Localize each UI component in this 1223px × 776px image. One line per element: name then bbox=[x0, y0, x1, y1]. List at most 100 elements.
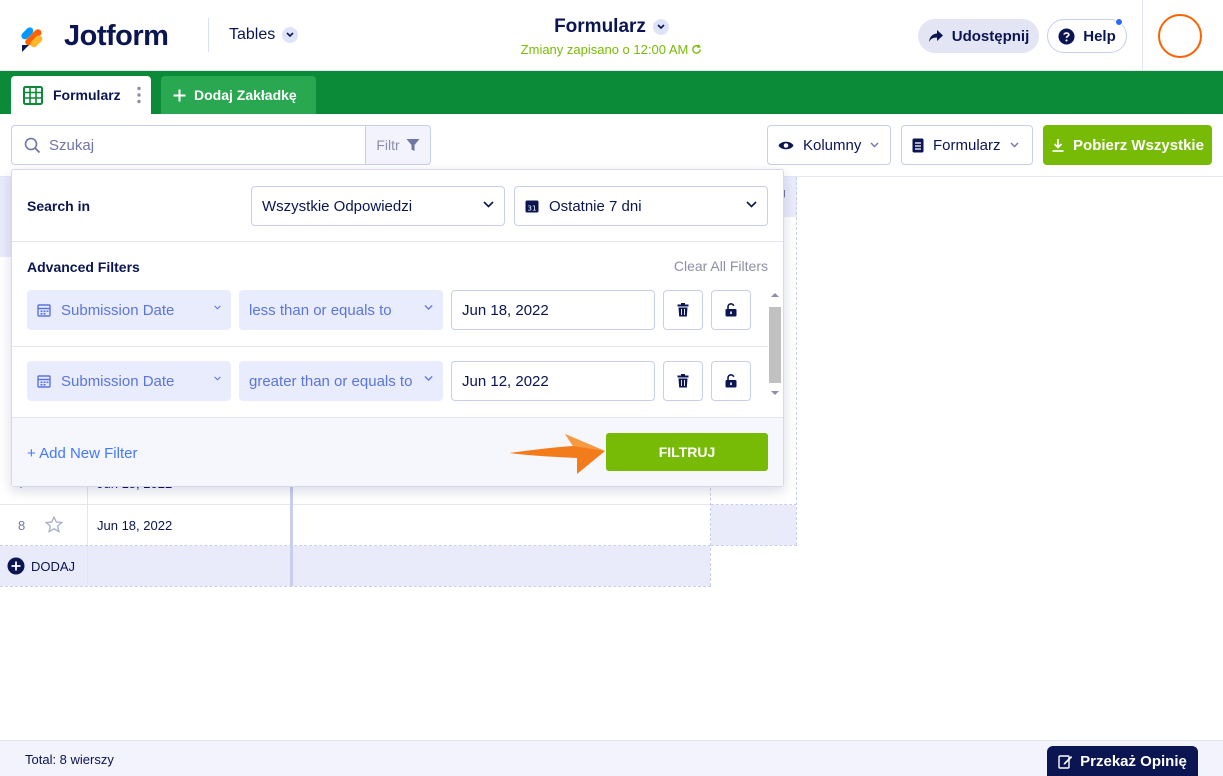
row-divider bbox=[0, 504, 711, 505]
form-title[interactable]: Formularz bbox=[554, 16, 669, 38]
form-title-block: Formularz Zmiany zapisano o 12:00 AM bbox=[0, 16, 1223, 57]
advanced-filters-label: Advanced Filters bbox=[27, 259, 140, 275]
chevron-down-icon bbox=[412, 304, 433, 311]
download-all-button[interactable]: Pobierz Wszystkie bbox=[1043, 125, 1212, 165]
avatar[interactable] bbox=[1158, 14, 1202, 58]
form-title-text: Formularz bbox=[554, 16, 646, 38]
share-label: Udostępnij bbox=[952, 28, 1030, 45]
search-icon bbox=[24, 137, 41, 154]
filter-operator-value: greater than or equals to bbox=[249, 373, 412, 390]
column-divider bbox=[796, 177, 797, 545]
share-button[interactable]: Udostępnij bbox=[918, 19, 1039, 53]
calendar-icon bbox=[37, 374, 51, 388]
help-label: Help bbox=[1083, 28, 1116, 45]
form-select-label: Formularz bbox=[933, 137, 1001, 154]
search-input[interactable] bbox=[49, 137, 339, 154]
calendar-badge-text: 31 bbox=[528, 205, 537, 213]
app-header: Jotform Tables Formularz Zmiany zapisano… bbox=[0, 0, 1223, 71]
filter-popup: Search in Wszystkie Odpowiedzi 31 Ostatn… bbox=[11, 169, 784, 487]
row-divider bbox=[0, 586, 711, 587]
pointer-arrow-icon bbox=[507, 431, 607, 475]
filter-field-select[interactable]: Submission Date bbox=[27, 361, 231, 401]
share-arrow-icon bbox=[928, 29, 944, 43]
delete-filter-button[interactable] bbox=[663, 290, 703, 330]
filter-row-divider bbox=[12, 346, 768, 347]
notification-dot bbox=[1115, 18, 1123, 26]
filter-list-scrollbar[interactable] bbox=[767, 290, 783, 400]
add-row-button[interactable]: DODAJ bbox=[0, 546, 87, 586]
eye-icon bbox=[778, 140, 794, 151]
chevron-down-icon bbox=[412, 375, 433, 382]
add-column-cell bbox=[711, 505, 796, 545]
add-new-filter-link[interactable]: + Add New Filter bbox=[27, 445, 137, 462]
add-row-cell bbox=[293, 546, 710, 586]
save-status-text: Zmiany zapisano o 12:00 AM bbox=[521, 42, 689, 57]
more-vertical-icon[interactable] bbox=[137, 86, 141, 104]
delete-filter-button[interactable] bbox=[663, 361, 703, 401]
add-tab-label: Dodaj Zakładkę bbox=[194, 87, 297, 103]
header-divider bbox=[1142, 0, 1143, 71]
row-count: Total: 8 wierszy bbox=[25, 752, 114, 767]
tab-label: Formularz bbox=[53, 87, 121, 103]
trash-icon bbox=[677, 303, 689, 317]
download-icon bbox=[1051, 138, 1065, 152]
date-range-select[interactable]: 31 Ostatnie 7 dni bbox=[514, 186, 768, 226]
response-scope-select[interactable]: Wszystkie Odpowiedzi bbox=[251, 186, 505, 226]
chevron-down-icon bbox=[653, 19, 669, 35]
apply-filter-button[interactable]: FILTRUJ bbox=[606, 433, 768, 471]
filter-button[interactable]: Filtr bbox=[365, 125, 431, 165]
table-cell-date[interactable]: Jun 18, 2022 bbox=[97, 518, 172, 533]
chevron-down-icon bbox=[210, 375, 221, 382]
download-all-label: Pobierz Wszystkie bbox=[1073, 137, 1204, 154]
lock-filter-button[interactable] bbox=[711, 361, 751, 401]
search-in-row: Search in Wszystkie Odpowiedzi 31 Ostatn… bbox=[12, 170, 783, 242]
apply-filter-label: FILTRUJ bbox=[659, 444, 716, 460]
add-row-label: DODAJ bbox=[31, 559, 75, 574]
filter-actions: + Add New Filter FILTRUJ bbox=[12, 417, 783, 486]
feedback-label: Przekaż Opinię bbox=[1080, 753, 1187, 770]
filter-value-input[interactable]: Jun 12, 2022 bbox=[451, 361, 655, 401]
tab-bar: Formularz Dodaj Zakładkę bbox=[0, 71, 1223, 114]
columns-label: Kolumny bbox=[803, 137, 861, 154]
clear-all-filters-link[interactable]: Clear All Filters bbox=[674, 258, 768, 274]
search-box bbox=[11, 125, 366, 165]
help-button[interactable]: Help bbox=[1047, 19, 1127, 53]
filter-value-input[interactable]: Jun 18, 2022 bbox=[451, 290, 655, 330]
date-range-value: Ostatnie 7 dni bbox=[549, 198, 642, 215]
question-circle-icon bbox=[1058, 28, 1075, 45]
row-divider bbox=[711, 545, 797, 546]
calendar-icon bbox=[37, 303, 51, 317]
chevron-down-icon bbox=[483, 201, 494, 208]
search-in-label: Search in bbox=[27, 198, 90, 214]
tab-formularz[interactable]: Formularz bbox=[11, 76, 151, 114]
filter-operator-select[interactable]: greater than or equals to bbox=[239, 361, 443, 401]
chevron-down-icon bbox=[746, 201, 757, 208]
calendar-icon: 31 bbox=[525, 199, 539, 213]
edit-note-icon bbox=[1058, 754, 1073, 769]
filter-label: Filtr bbox=[376, 137, 399, 153]
filter-operator-value: less than or equals to bbox=[249, 302, 392, 319]
filter-field-value: Submission Date bbox=[61, 373, 174, 390]
feedback-button[interactable]: Przekaż Opinię bbox=[1047, 746, 1198, 776]
chevron-down-icon bbox=[210, 304, 221, 311]
lock-filter-button[interactable] bbox=[711, 290, 751, 330]
row-number: 8 bbox=[18, 518, 25, 533]
chevron-down-icon bbox=[870, 142, 879, 148]
plus-icon bbox=[173, 89, 186, 102]
unlock-icon bbox=[725, 303, 737, 317]
table-grid-icon bbox=[23, 86, 43, 105]
star-icon[interactable] bbox=[45, 516, 63, 533]
filter-field-value: Submission Date bbox=[61, 302, 174, 319]
filter-operator-select[interactable]: less than or equals to bbox=[239, 290, 443, 330]
filter-field-select[interactable]: Submission Date bbox=[27, 290, 231, 330]
trash-icon bbox=[677, 374, 689, 388]
plus-circle-icon bbox=[7, 557, 25, 575]
add-tab-button[interactable]: Dodaj Zakładkę bbox=[161, 76, 316, 114]
document-icon bbox=[912, 138, 924, 153]
add-row-cell bbox=[88, 546, 290, 586]
form-select-button[interactable]: Formularz bbox=[901, 125, 1033, 165]
footer: Total: 8 wierszy Przekaż Opinię bbox=[0, 740, 1223, 776]
columns-button[interactable]: Kolumny bbox=[767, 125, 891, 165]
filter-value-text: Jun 12, 2022 bbox=[462, 373, 549, 390]
filter-value-text: Jun 18, 2022 bbox=[462, 302, 549, 319]
